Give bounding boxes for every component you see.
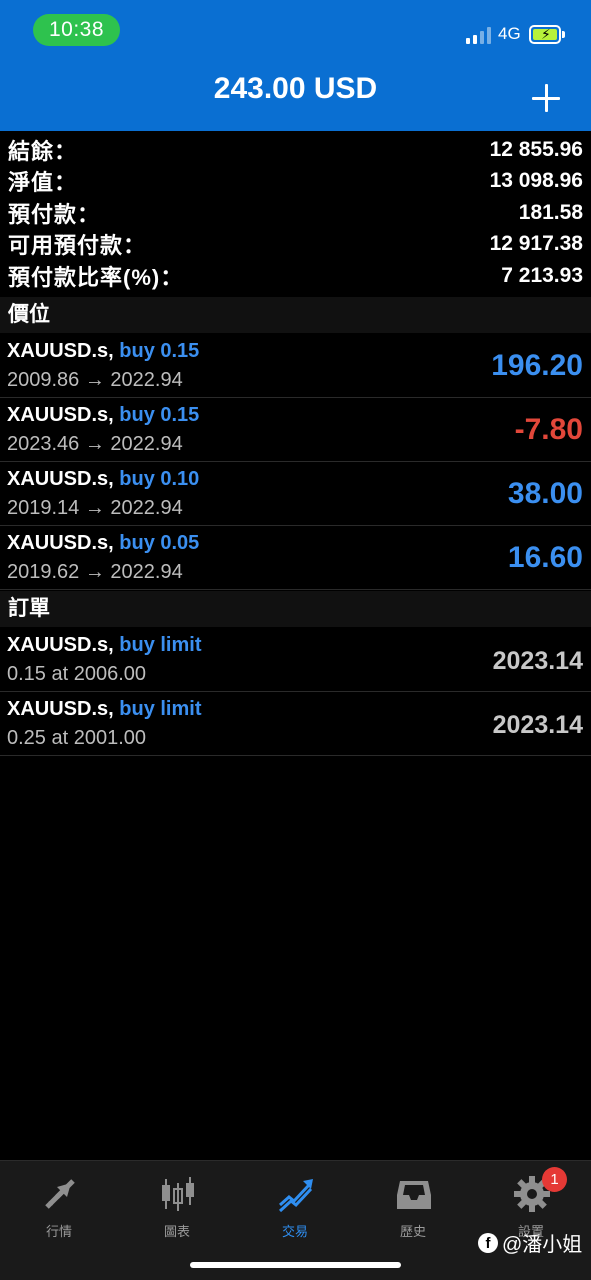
side-label: buy 0.05 (119, 532, 200, 554)
summary-row-margin-level: 預付款比率(%)： 7 213.93 (0, 260, 591, 292)
network-type: 4G (498, 24, 521, 43)
summary-value: 12 917.38 (489, 232, 583, 256)
position-title: XAUUSD.s, buy 0.10 (7, 468, 199, 491)
position-row[interactable]: XAUUSD.s, buy 0.15 2023.46 → 2022.94 -7.… (0, 398, 591, 462)
summary-row-margin: 預付款： 181.58 (0, 197, 591, 229)
side-label: buy limit (119, 634, 202, 656)
quotes-arrows-icon (45, 1179, 75, 1209)
side-label: buy limit (119, 698, 202, 720)
order-detail: 0.15 at 2006.00 (7, 663, 147, 685)
price-range: 2009.86 → 2022.94 (7, 369, 183, 391)
symbol-label: XAUUSD.s, (7, 340, 114, 362)
tab-label: 歷史 (399, 1224, 426, 1239)
tab-trade[interactable]: 交易 (245, 1169, 345, 1243)
tab-label: 交易 (281, 1224, 308, 1239)
tab-chart[interactable]: 圖表 (127, 1169, 227, 1243)
symbol-label: XAUUSD.s, (7, 468, 114, 490)
profit-value: -7.80 (514, 413, 583, 446)
price-range: 2019.62 → 2022.94 (7, 561, 183, 583)
price-range: 2019.14 → 2022.94 (7, 497, 183, 519)
current-price: 2023.14 (492, 711, 583, 739)
summary-row-free-margin: 可用預付款： 12 917.38 (0, 229, 591, 261)
header-bar: 10:38 4G ⚡ 243.00 USD (0, 0, 591, 131)
summary-row-balance: 結餘： 12 855.96 (0, 134, 591, 166)
trade-screen: 10:38 4G ⚡ 243.00 USD 結餘： 12 855.96 淨值： … (0, 0, 591, 1280)
page-title: 243.00 USD (213, 72, 378, 105)
position-title: XAUUSD.s, buy 0.15 (7, 404, 199, 427)
current-price: 2023.14 (492, 647, 583, 675)
watermark: f @潘小姐 (478, 1228, 582, 1257)
summary-label: 預付款： (8, 201, 101, 227)
profit-value: 16.60 (507, 541, 583, 574)
signal-icon (466, 26, 494, 44)
orders-section-header: 訂單 (0, 591, 591, 627)
position-row[interactable]: XAUUSD.s, buy 0.15 2009.86 → 2022.94 196… (0, 334, 591, 398)
symbol-label: XAUUSD.s, (7, 634, 114, 656)
tab-history[interactable]: 歷史 (363, 1169, 463, 1243)
positions-section-header: 價位 (0, 297, 591, 333)
order-row[interactable]: XAUUSD.s, buy limit 0.25 at 2001.00 2023… (0, 692, 591, 756)
symbol-label: XAUUSD.s, (7, 404, 114, 426)
home-indicator[interactable] (190, 1262, 401, 1268)
status-time: 10:38 (33, 14, 120, 46)
add-order-button[interactable] (528, 80, 564, 116)
profit-value: 38.00 (507, 477, 583, 510)
tab-quotes[interactable]: 行情 (9, 1169, 109, 1243)
profit-value: 196.20 (491, 349, 583, 382)
history-inbox-icon (397, 1181, 431, 1209)
order-detail: 0.25 at 2001.00 (7, 727, 147, 749)
position-row[interactable]: XAUUSD.s, buy 0.10 2019.14 → 2022.94 38.… (0, 462, 591, 526)
position-title: XAUUSD.s, buy 0.15 (7, 340, 199, 363)
trade-trend-icon (278, 1179, 313, 1213)
order-row[interactable]: XAUUSD.s, buy limit 0.15 at 2006.00 2023… (0, 628, 591, 692)
summary-label: 預付款比率(%)： (8, 264, 184, 290)
account-summary: 結餘： 12 855.96 淨值： 13 098.96 預付款： 181.58 … (0, 134, 591, 292)
summary-label: 可用預付款： (8, 233, 147, 259)
tab-label: 行情 (45, 1224, 72, 1239)
price-range: 2023.46 → 2022.94 (7, 433, 183, 455)
summary-value: 13 098.96 (489, 169, 583, 193)
symbol-label: XAUUSD.s, (7, 532, 114, 554)
side-label: buy 0.10 (119, 468, 200, 490)
symbol-label: XAUUSD.s, (7, 698, 114, 720)
battery-icon: ⚡ (529, 25, 561, 44)
summary-row-equity: 淨值： 13 098.96 (0, 166, 591, 198)
watermark-text: @潘小姐 (502, 1234, 583, 1256)
order-title: XAUUSD.s, buy limit (7, 698, 202, 721)
battery-tip (562, 31, 565, 38)
summary-label: 結餘： (8, 138, 78, 164)
summary-value: 181.58 (518, 200, 583, 224)
tab-label: 圖表 (163, 1224, 190, 1239)
position-row[interactable]: XAUUSD.s, buy 0.05 2019.62 → 2022.94 16.… (0, 526, 591, 590)
side-label: buy 0.15 (119, 404, 200, 426)
settings-notification-badge: 1 (542, 1167, 567, 1192)
candlestick-chart-icon (162, 1177, 194, 1211)
order-title: XAUUSD.s, buy limit (7, 634, 202, 657)
position-title: XAUUSD.s, buy 0.05 (7, 532, 199, 555)
facebook-icon: f (478, 1232, 498, 1253)
side-label: buy 0.15 (119, 340, 200, 362)
summary-value: 7 213.93 (501, 263, 583, 287)
summary-label: 淨值： (8, 170, 78, 196)
summary-value: 12 855.96 (489, 137, 583, 161)
